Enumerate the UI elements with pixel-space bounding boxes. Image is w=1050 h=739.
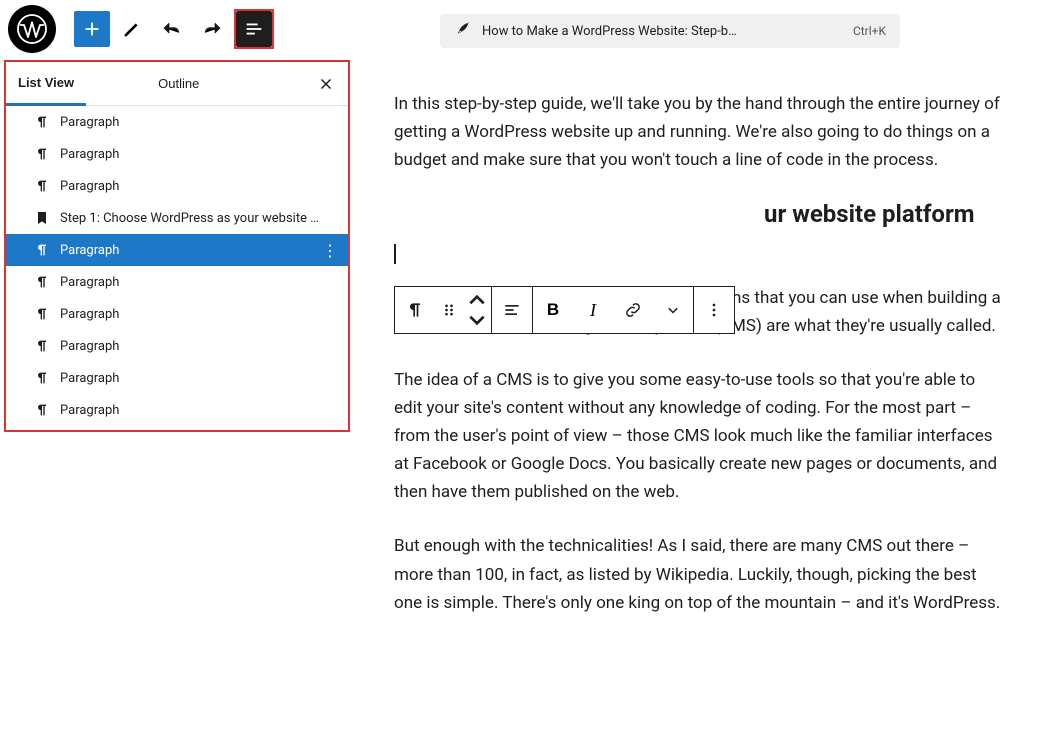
block-list: Paragraph Paragraph Paragraph Step 1: Ch… (6, 106, 348, 426)
document-overview-highlight (234, 9, 274, 49)
list-item-heading[interactable]: Step 1: Choose WordPress as your website… (6, 202, 348, 234)
bookmark-icon (34, 210, 50, 226)
paragraph-icon (34, 146, 50, 162)
command-palette-button[interactable]: How to Make a WordPress Website: Step-b…… (440, 14, 900, 48)
paragraph-block[interactable]: But enough with the technicalities! As I… (394, 532, 1006, 616)
tab-outline[interactable]: Outline (146, 62, 211, 105)
list-item-paragraph[interactable]: Paragraph (6, 266, 348, 298)
align-button[interactable] (492, 287, 532, 333)
text-cursor (394, 244, 1006, 264)
paragraph-icon (34, 274, 50, 290)
paragraph-icon (34, 402, 50, 418)
list-item-paragraph[interactable]: Paragraph (6, 106, 348, 138)
tab-list-view[interactable]: List View (6, 63, 86, 106)
move-up-down-button[interactable] (463, 287, 491, 333)
shortcut-hint: Ctrl+K (853, 24, 886, 38)
editor-main: List View Outline Paragraph Paragraph Pa… (0, 58, 1050, 739)
list-item-paragraph[interactable]: Paragraph (6, 330, 348, 362)
list-view-tabs: List View Outline (6, 62, 348, 106)
list-item-paragraph[interactable]: Paragraph (6, 298, 348, 330)
more-formatting-button[interactable] (653, 287, 693, 333)
editor-topbar: How to Make a WordPress Website: Step-b…… (0, 0, 1050, 58)
paragraph-icon (34, 242, 50, 258)
redo-button[interactable] (194, 11, 230, 47)
paragraph-icon (34, 178, 50, 194)
block-type-button[interactable] (395, 287, 435, 333)
undo-button[interactable] (154, 11, 190, 47)
block-options-button[interactable] (694, 287, 734, 333)
drag-handle-icon[interactable] (435, 287, 463, 333)
link-button[interactable] (613, 287, 653, 333)
edit-mode-button[interactable] (114, 11, 150, 47)
list-view-panel: List View Outline Paragraph Paragraph Pa… (4, 60, 350, 432)
list-item-paragraph[interactable]: Paragraph (6, 394, 348, 426)
paragraph-icon (34, 338, 50, 354)
chevron-up-down-icon (467, 290, 487, 330)
document-title: How to Make a WordPress Website: Step-b… (482, 24, 843, 39)
paragraph-icon (34, 370, 50, 386)
feather-icon (454, 20, 472, 42)
list-item-paragraph[interactable]: Paragraph (6, 138, 348, 170)
wordpress-logo[interactable] (8, 5, 56, 53)
heading-block[interactable]: ur website platform (764, 200, 1006, 228)
list-item-paragraph[interactable]: Paragraph (6, 362, 348, 394)
list-item-paragraph-selected[interactable]: Paragraph⋮ (6, 234, 348, 266)
paragraph-block[interactable]: The idea of a CMS is to give you some ea… (394, 366, 1006, 506)
paragraph-icon (34, 114, 50, 130)
item-options-icon[interactable]: ⋮ (322, 241, 338, 260)
bold-button[interactable]: B (533, 287, 573, 333)
editor-content[interactable]: In this step-by-step guide, we'll take y… (350, 58, 1050, 739)
document-overview-button[interactable] (236, 11, 272, 47)
block-toolbar: B I (394, 286, 735, 334)
list-item-paragraph[interactable]: Paragraph (6, 170, 348, 202)
paragraph-block[interactable]: In this step-by-step guide, we'll take y… (394, 90, 1006, 174)
italic-button[interactable]: I (573, 287, 613, 333)
add-block-button[interactable] (74, 11, 110, 47)
close-panel-button[interactable] (310, 68, 342, 100)
paragraph-icon (34, 306, 50, 322)
